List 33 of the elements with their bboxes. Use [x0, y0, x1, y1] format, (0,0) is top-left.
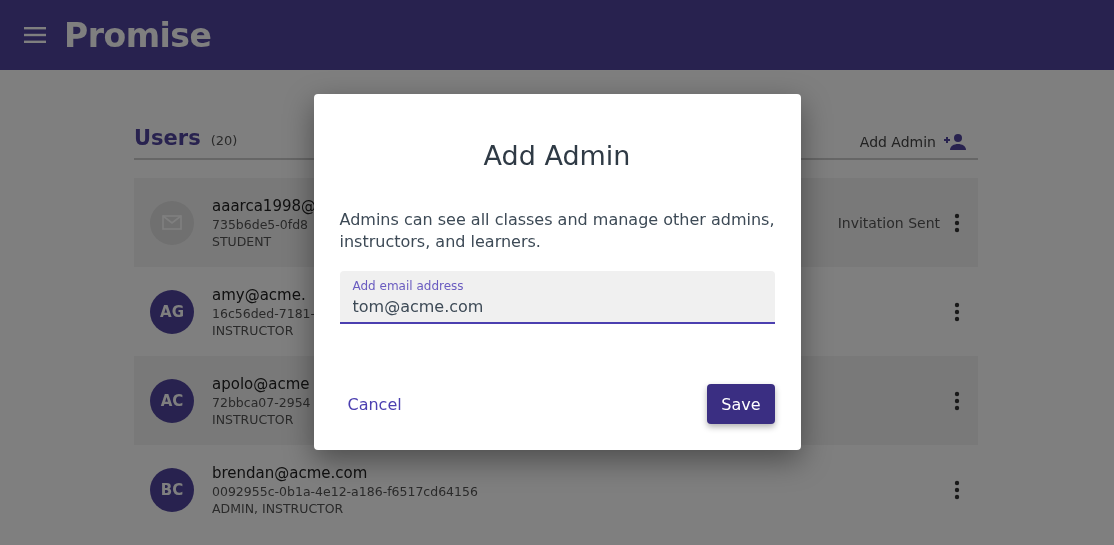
user-id: 72bbca07-2954 — [212, 394, 311, 410]
email-input[interactable]: tom@acme.com — [352, 293, 762, 316]
field-label: Add email address — [352, 279, 465, 293]
section-title: Users — [134, 126, 201, 150]
save-button[interactable]: Save — [707, 384, 775, 424]
user-email: aaarca1998@ — [212, 196, 317, 215]
app-title: Promise — [64, 15, 212, 55]
avatar: AC — [150, 378, 194, 423]
user-count: (20) — [210, 133, 238, 148]
more-icon — [954, 390, 960, 411]
cancel-button[interactable]: Cancel — [339, 386, 410, 422]
dialog-title: Add Admin — [482, 140, 632, 171]
user-role: INSTRUCTOR — [212, 411, 295, 427]
more-icon — [954, 301, 960, 322]
menu-icon[interactable] — [24, 27, 46, 43]
avatar: BC — [150, 467, 194, 512]
user-id: 0092955c-0b1a-4e12-a186-f6517cd64156 — [212, 483, 478, 499]
user-id: 16c56ded-7181- — [212, 305, 316, 321]
user-email: apolo@acme — [212, 374, 311, 393]
add-admin-button[interactable]: Add Admin — [859, 134, 978, 150]
user-email: brendan@acme.com — [212, 463, 369, 482]
user-id: 735b6de5-0fd8 — [212, 216, 310, 232]
dialog-text: Admins can see all classes and manage other admins, instructors, and learners. — [339, 209, 775, 253]
email-field[interactable]: Add email address tom@acme.com — [339, 271, 775, 324]
user-role: ADMIN, INSTRUCTOR — [212, 500, 345, 516]
more-icon — [954, 212, 960, 233]
add-person-icon — [944, 134, 966, 150]
more-icon — [954, 479, 960, 500]
user-role: STUDENT — [212, 233, 273, 249]
user-email: amy@acme. — [212, 285, 307, 304]
status-label: Invitation Sent — [837, 214, 940, 231]
user-role: INSTRUCTOR — [212, 322, 295, 338]
avatar: AG — [150, 289, 194, 334]
